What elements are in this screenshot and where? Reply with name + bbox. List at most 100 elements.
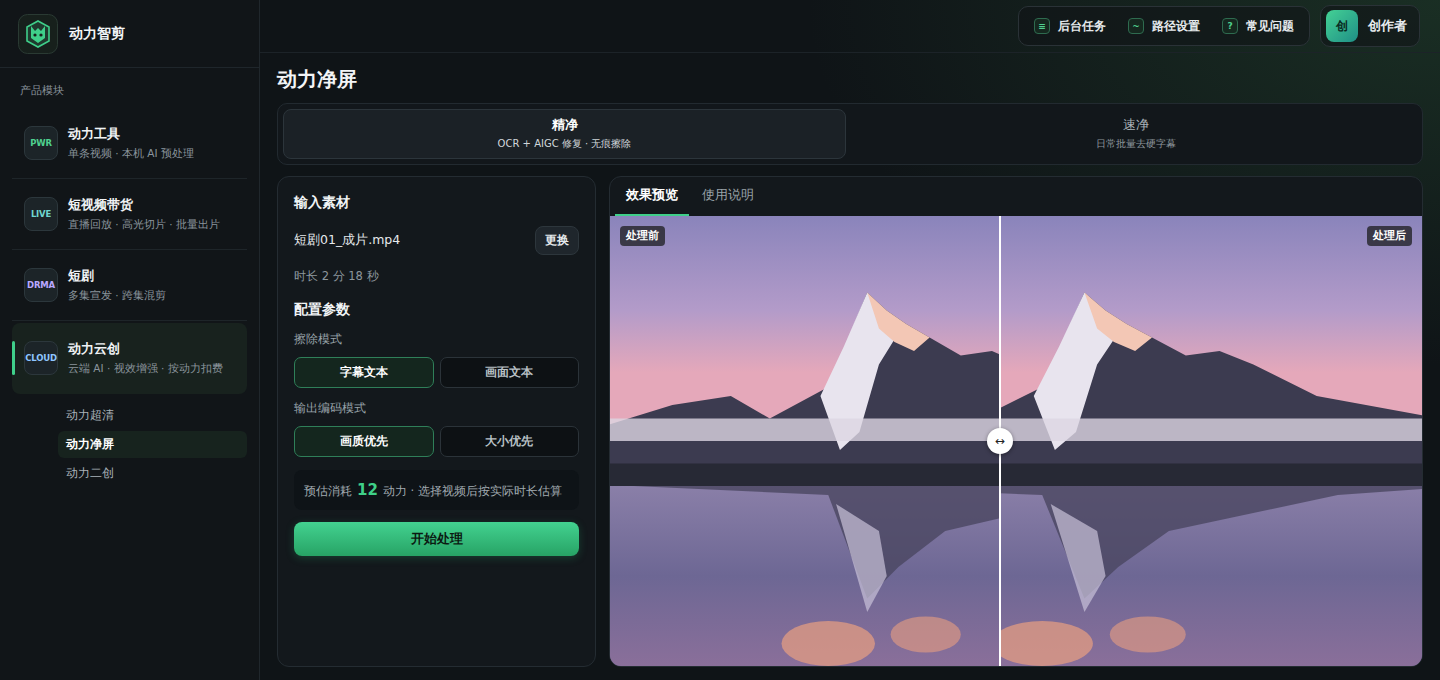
action-icon: ~ [1128, 18, 1144, 34]
svg-shape [610, 464, 1000, 487]
toolbar-label: 常见问题 [1246, 18, 1294, 35]
estimate-value: 12 [357, 481, 378, 499]
sidebar-item-text: 动力工具单条视频 · 本机 AI 预处理 [68, 125, 194, 161]
sidebar-item-title: 短视频带货 [68, 196, 220, 214]
sidebar: 动力智剪产品模块 PWR 动力工具单条视频 · 本机 AI 预处理 LIVE 短视频带货… [0, 0, 260, 680]
toolbar-button[interactable]: ~ 路径设置 [1128, 18, 1200, 35]
sidebar-item[interactable]: DRMA 短剧多集宣发 · 跨集混剪 [12, 250, 247, 321]
mode-subtitle: OCR + AIGC 修复 · 无痕擦除 [498, 137, 632, 151]
svg-shape [1110, 617, 1186, 653]
segmented-control: 画质优先大小优先 [294, 426, 579, 457]
after-badge: 处理后 [1367, 226, 1412, 246]
compare-handle[interactable]: ↔ [987, 428, 1013, 454]
sidebar-item-subtitle: 单条视频 · 本机 AI 预处理 [68, 147, 194, 161]
after-image: 处理后 [1000, 216, 1422, 666]
file-name: 短剧01_成片.mp4 [294, 232, 400, 249]
option-button[interactable]: 画面文本 [440, 357, 580, 388]
cost-estimate: 预估消耗 12 动力 · 选择视频后按实际时长估算 [294, 470, 579, 510]
module-badge-icon: DRMA [24, 268, 58, 302]
field-label: 擦除模式 [294, 332, 579, 347]
toolbar-button[interactable]: ≡后台任务 [1034, 18, 1106, 35]
module-badge-icon: CLOUD [24, 341, 58, 375]
option-button[interactable]: 画质优先 [294, 426, 434, 457]
app-name: 动力智剪 [69, 25, 125, 43]
svg-shape [867, 293, 929, 352]
active-indicator [12, 341, 15, 375]
mode-tab[interactable]: 精净 OCR + AIGC 修复 · 无痕擦除 [283, 109, 846, 159]
action-icon: ? [1222, 18, 1238, 34]
module-badge-icon: PWR [24, 126, 58, 160]
sidebar-item-text: 短视频带货直播回放 · 高光切片 · 批量出片 [68, 196, 220, 232]
mode-switch: 精净 OCR + AIGC 修复 · 无痕擦除 速净日常批量去硬字幕 [277, 103, 1423, 165]
svg-shape [1084, 293, 1152, 352]
compare-view: 处理前 处理后 ↔ [610, 216, 1422, 666]
svg-shape [19, 14, 58, 53]
top-bar: ≡后台任务 ~ 路径设置? 常见问题 创创作者 [260, 0, 1440, 53]
user-menu[interactable]: 创创作者 [1320, 5, 1420, 47]
after-picture [1000, 216, 1422, 666]
svg-shape [781, 621, 875, 666]
sidebar-item-title: 动力工具 [68, 125, 194, 143]
tab[interactable]: 使用说明 [691, 177, 765, 216]
section-title: 输入素材 [294, 194, 579, 212]
mode-tab[interactable]: 速净日常批量去硬字幕 [854, 109, 1417, 159]
estimate-prefix: 预估消耗 [304, 484, 352, 499]
toolbar-label: 后台任务 [1058, 18, 1106, 35]
toolbar: ≡后台任务 ~ 路径设置? 常见问题 [1018, 6, 1310, 46]
logo-icon [18, 14, 58, 54]
sidebar-item[interactable]: LIVE 短视频带货直播回放 · 高光切片 · 批量出片 [12, 179, 247, 250]
file-row: 短剧01_成片.mp4 更换 [294, 226, 579, 255]
sub-menu-item[interactable]: 动力净屏 [58, 431, 247, 458]
user-name: 创作者 [1368, 18, 1407, 35]
svg-shape [1000, 621, 1093, 666]
brand: 动力智剪 [0, 0, 259, 68]
svg-shape [633, 486, 999, 599]
segmented-control: 字幕文本画面文本 [294, 357, 579, 388]
svg-shape [39, 33, 42, 36]
section-label: 产品模块 [0, 68, 259, 108]
svg-shape [1000, 419, 1422, 442]
sidebar-item-text: 动力云创云端 AI · 视效增强 · 按动力扣费 [68, 340, 223, 376]
svg-shape [836, 504, 887, 612]
svg-shape [31, 26, 45, 43]
section-title: 配置参数 [294, 301, 579, 319]
change-button[interactable]: 更换 [535, 226, 579, 255]
sidebar-item-subtitle: 直播回放 · 高光切片 · 批量出片 [68, 218, 220, 232]
svg-shape [610, 419, 1000, 442]
sidebar-item-subtitle: 云端 AI · 视效增强 · 按动力扣费 [68, 362, 223, 376]
sub-menu-item[interactable]: 动力二创 [58, 460, 247, 487]
before-picture [610, 216, 1000, 666]
start-button[interactable]: 开始处理 [294, 522, 579, 556]
sub-menu: 动力超清动力净屏动力二创 [12, 394, 247, 487]
sidebar-nav: PWR 动力工具单条视频 · 本机 AI 预处理 LIVE 短视频带货直播回放 · 高… [0, 108, 259, 487]
sidebar-item[interactable]: CLOUD 动力云创云端 AI · 视效增强 · 按动力扣费 [12, 323, 247, 394]
sidebar-item[interactable]: PWR 动力工具单条视频 · 本机 AI 预处理 [12, 108, 247, 179]
toolbar-label: 路径设置 [1152, 18, 1200, 35]
preview-panel: 效果预览使用说明处理前 处理后 ↔ [609, 176, 1423, 667]
svg-shape [891, 617, 961, 653]
app: 动力智剪产品模块 PWR 动力工具单条视频 · 本机 AI 预处理 LIVE 短视频带货… [0, 0, 1440, 680]
duration: 时长 2 分 18 秒 [294, 269, 579, 284]
tab[interactable]: 效果预览 [615, 177, 689, 216]
estimate-suffix: 动力 · 选择视频后按实际时长估算 [383, 484, 562, 499]
module-badge-icon: LIVE [24, 197, 58, 231]
mode-title: 精净 [552, 117, 578, 134]
svg-shape [1050, 504, 1105, 612]
main-area: ≡后台任务~路径设置?常见问题创创作者动力净屏精净OCR + AIGC 修复 ·… [260, 0, 1440, 680]
toolbar-button[interactable]: ? 常见问题 [1222, 18, 1294, 35]
input-panel: 输入素材短剧01_成片.mp4 更换时长 2 分 18 秒配置参数擦除模式字幕文本… [277, 176, 596, 667]
sidebar-item-text: 短剧多集宣发 · 跨集混剪 [68, 267, 166, 303]
svg-shape [27, 21, 49, 47]
option-button[interactable]: 字幕文本 [294, 357, 434, 388]
svg-shape [610, 293, 1000, 487]
sidebar-item-title: 短剧 [68, 267, 166, 285]
sub-menu-item[interactable]: 动力超清 [58, 402, 247, 429]
sidebar-item-subtitle: 多集宣发 · 跨集混剪 [68, 289, 166, 303]
avatar-icon: 创 [1326, 10, 1358, 42]
workspace: 输入素材短剧01_成片.mp4 更换时长 2 分 18 秒配置参数擦除模式字幕文本… [277, 176, 1423, 667]
option-button[interactable]: 大小优先 [440, 426, 580, 457]
before-image: 处理前 [610, 216, 1000, 666]
before-badge: 处理前 [620, 226, 665, 246]
mode-title: 速净 [1123, 117, 1149, 134]
svg-shape [1000, 464, 1422, 487]
